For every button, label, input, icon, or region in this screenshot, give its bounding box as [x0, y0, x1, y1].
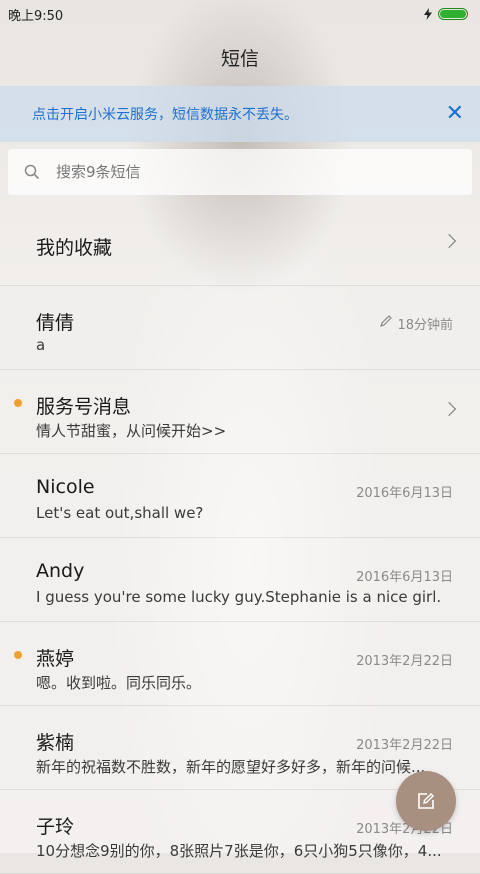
chevron-right-icon [441, 401, 457, 417]
conversation-item[interactable]: Andy I guess you're some lucky guy.Steph… [0, 538, 480, 622]
conversation-item[interactable]: 燕婷 嗯。收到啦。同乐同乐。 2013年2月22日 [0, 622, 480, 706]
conversation-preview: 10分想念9别的你，8张照片7张是你，6只小狗5只像你，4... [36, 842, 442, 860]
conversation-preview: a [36, 336, 46, 354]
conversation-name: 服务号消息 [36, 396, 132, 418]
status-icons [424, 8, 468, 20]
conversation-name: Andy [36, 560, 85, 582]
conversation-name: 子玲 [36, 816, 75, 838]
close-icon[interactable]: ✕ [446, 103, 464, 125]
page-title: 短信 [220, 48, 259, 70]
conversation-name: 倩倩 [36, 312, 75, 334]
conversation-item[interactable]: Nicole Let's eat out,shall we? 2016年6月13… [0, 454, 480, 538]
chevron-right-icon [441, 233, 457, 249]
battery-icon [438, 8, 468, 20]
unread-dot [14, 651, 22, 659]
compose-icon [418, 793, 434, 809]
conversation-item[interactable]: 服务号消息 情人节甜蜜，从问候开始>> [0, 370, 480, 454]
conversation-item[interactable]: 倩倩 a 18分钟前 [0, 286, 480, 370]
conversation-name: 燕婷 [36, 648, 75, 670]
search-icon [24, 164, 40, 180]
draft-pencil-icon [380, 315, 392, 327]
favorites-row[interactable]: 我的收藏 [0, 202, 480, 286]
conversation-time: 2013年2月22日 [356, 738, 453, 753]
conversation-time: 18分钟前 [397, 318, 453, 333]
conversation-preview: 嗯。收到啦。同乐同乐。 [36, 674, 202, 692]
conversation-time: 2013年2月22日 [356, 654, 453, 669]
conversation-preview: 新年的祝福数不胜数，新年的愿望好多好多，新年的问候... [36, 758, 426, 776]
search-box[interactable] [8, 149, 472, 195]
conversation-time: 2016年6月13日 [356, 570, 453, 585]
cloud-service-banner[interactable]: 点击开启小米云服务，短信数据永不丢失。 ✕ [0, 86, 480, 142]
conversation-list: 我的收藏 倩倩 a 18分钟前 服务号消息 情人节甜蜜，从问候开始>> Nico… [0, 202, 480, 874]
status-bar: 晚上9:50 [0, 0, 480, 28]
conversation-preview: Let's eat out,shall we? [36, 504, 204, 522]
conversation-name: Nicole [36, 476, 95, 498]
compose-button[interactable] [396, 771, 456, 831]
conversation-preview: I guess you're some lucky guy.Stephanie … [36, 588, 442, 606]
conversation-preview: 情人节甜蜜，从问候开始>> [36, 422, 227, 440]
search-input[interactable] [54, 162, 438, 182]
charging-icon [424, 8, 432, 20]
unread-dot [14, 399, 22, 407]
conversation-time: 2016年6月13日 [356, 486, 453, 501]
conversation-name: 紫楠 [36, 732, 75, 754]
status-time: 晚上9:50 [8, 8, 64, 24]
favorites-label: 我的收藏 [36, 237, 113, 259]
banner-text[interactable]: 点击开启小米云服务，短信数据永不丢失。 [32, 104, 298, 124]
battery-level [440, 10, 466, 18]
